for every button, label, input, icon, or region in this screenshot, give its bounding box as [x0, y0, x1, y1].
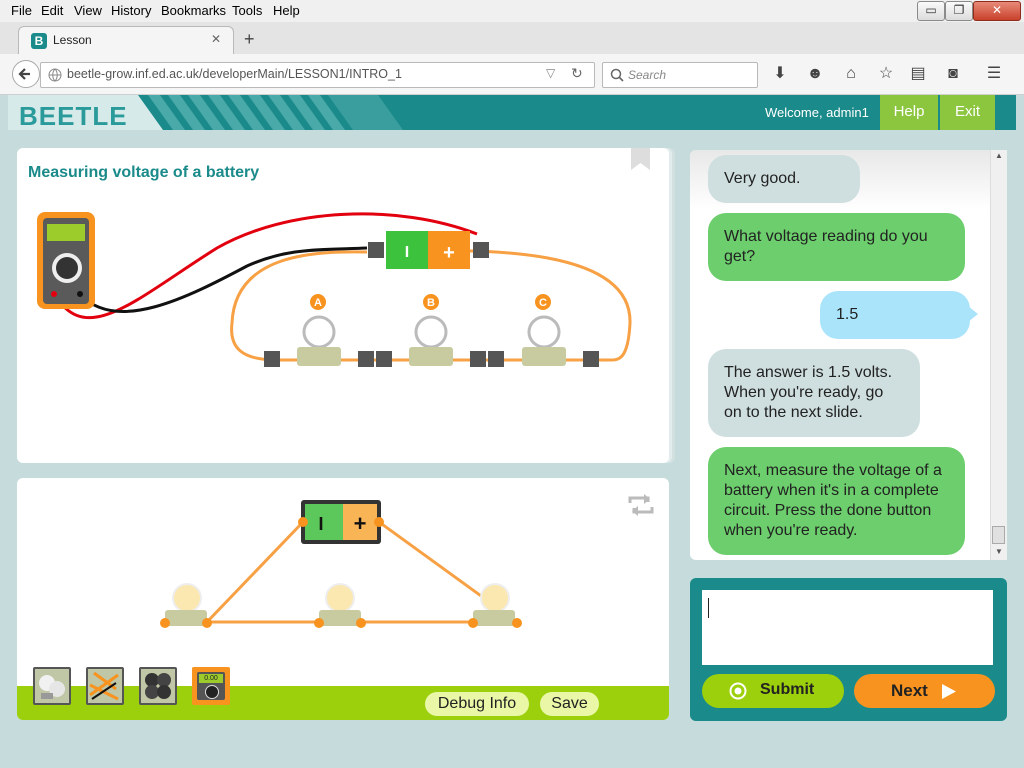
menu-bar: File Edit View History Bookmarks Tools H…: [0, 0, 1024, 22]
tab-lesson[interactable]: B Lesson ✕: [18, 26, 234, 55]
battery-tool-icon: [145, 673, 171, 699]
multimeter: [37, 212, 95, 309]
circuit-diagram: I + A B C: [37, 212, 632, 367]
menu-bookmarks[interactable]: Bookmarks: [161, 3, 226, 18]
exit-button[interactable]: Exit: [940, 95, 995, 130]
chat-message-tutor: Very good.: [708, 155, 860, 203]
scroll-down-icon[interactable]: ▼: [995, 547, 1003, 556]
pocket-icon[interactable]: ◙: [943, 65, 963, 83]
bulb-tool-button[interactable]: [33, 667, 71, 705]
slide-battery-plus: +: [443, 242, 455, 264]
home-icon[interactable]: ⌂: [841, 65, 861, 83]
chat-message-student: 1.5: [820, 291, 970, 339]
text-cursor: [708, 598, 709, 618]
download-icon[interactable]: ⬇: [770, 65, 790, 83]
workspace-bulbs: [165, 583, 515, 626]
chat-message-tutor: What voltage reading do you get?: [708, 213, 965, 281]
minimize-button[interactable]: ▭: [917, 1, 945, 21]
bookmarks-list-icon[interactable]: ▤: [908, 65, 928, 83]
back-arrow-icon: [18, 68, 30, 80]
app-header: BEETLE Welcome, admin1 Help Exit: [8, 95, 1016, 130]
bulb-label-c: C: [539, 297, 547, 309]
slide-battery-minus: I: [405, 244, 409, 261]
url-dropdown-icon[interactable]: ▽: [546, 66, 555, 80]
multimeter-tool-button[interactable]: 0.00: [192, 667, 230, 705]
submit-button[interactable]: Submit: [702, 674, 844, 708]
hamburger-menu-icon[interactable]: ☰: [984, 65, 1004, 83]
back-button[interactable]: [12, 60, 40, 88]
address-bar[interactable]: beetle-grow.inf.ed.ac.uk/developerMain/L…: [40, 62, 595, 88]
tab-close-icon[interactable]: ✕: [211, 32, 221, 46]
menu-help[interactable]: Help: [273, 3, 300, 18]
globe-icon: [48, 68, 62, 82]
answer-input[interactable]: [702, 590, 993, 665]
menu-file[interactable]: File: [11, 3, 32, 18]
bulb-tool-icon: [39, 675, 65, 699]
welcome-text: Welcome, admin1: [765, 105, 869, 120]
multimeter-tool-icon: 0.00: [197, 672, 225, 700]
reload-icon[interactable]: ↻: [571, 65, 583, 82]
search-placeholder: Search: [628, 68, 667, 82]
bulb-label-b: B: [427, 297, 435, 309]
chat-message-tutor: Next, measure the voltage of a battery w…: [708, 447, 965, 555]
answer-panel: Submit Next: [690, 578, 1007, 721]
tab-title: Lesson: [53, 33, 92, 47]
target-icon: [729, 682, 747, 700]
multimeter-tool-reading: 0.00: [199, 674, 223, 683]
submit-label: Submit: [760, 681, 815, 698]
hello-icon[interactable]: ☻: [805, 65, 825, 83]
workspace-battery-plus: +: [354, 511, 367, 536]
play-arrow-icon: [942, 684, 956, 699]
maximize-button[interactable]: ❐: [945, 1, 973, 21]
next-button[interactable]: Next: [854, 674, 995, 708]
menu-view[interactable]: View: [74, 3, 102, 18]
save-button[interactable]: Save: [540, 692, 599, 716]
student-bubble-tail: [968, 306, 978, 322]
bulb-label-a: A: [314, 297, 322, 309]
menu-history[interactable]: History: [111, 3, 151, 18]
maximize-icon: ❐: [953, 3, 965, 17]
bookmark-star-icon[interactable]: ☆: [876, 65, 896, 83]
close-icon: ✕: [991, 3, 1003, 17]
new-tab-icon[interactable]: +: [244, 29, 255, 50]
workspace-battery-minus: I: [318, 514, 323, 534]
search-field[interactable]: Search: [602, 62, 758, 88]
wire-tool-icon: [89, 671, 119, 701]
help-button[interactable]: Help: [880, 95, 938, 130]
workspace-battery[interactable]: [298, 500, 384, 544]
scroll-up-icon[interactable]: ▲: [995, 151, 1003, 160]
wire-tool-button[interactable]: [86, 667, 124, 705]
beetle-logo: BEETLE: [19, 101, 128, 130]
next-label: Next: [891, 681, 928, 700]
battery-tool-button[interactable]: [139, 667, 177, 705]
minimize-icon: ▭: [925, 3, 937, 17]
slide-panel: Measuring voltage of a battery I + A B C: [17, 148, 669, 463]
close-window-button[interactable]: ✕: [973, 1, 1021, 21]
beetle-favicon-icon: B: [31, 33, 47, 49]
url-text: beetle-grow.inf.ed.ac.uk/developerMain/L…: [67, 67, 402, 81]
chat-message-tutor: The answer is 1.5 volts. When you're rea…: [708, 349, 920, 437]
chat-scrollbar[interactable]: ▲ ▼: [990, 150, 1007, 560]
scrollbar-thumb[interactable]: [992, 526, 1005, 544]
debug-info-button[interactable]: Debug Info: [425, 692, 529, 716]
search-icon: [610, 68, 624, 82]
menu-tools[interactable]: Tools: [232, 3, 262, 18]
menu-edit[interactable]: Edit: [41, 3, 63, 18]
